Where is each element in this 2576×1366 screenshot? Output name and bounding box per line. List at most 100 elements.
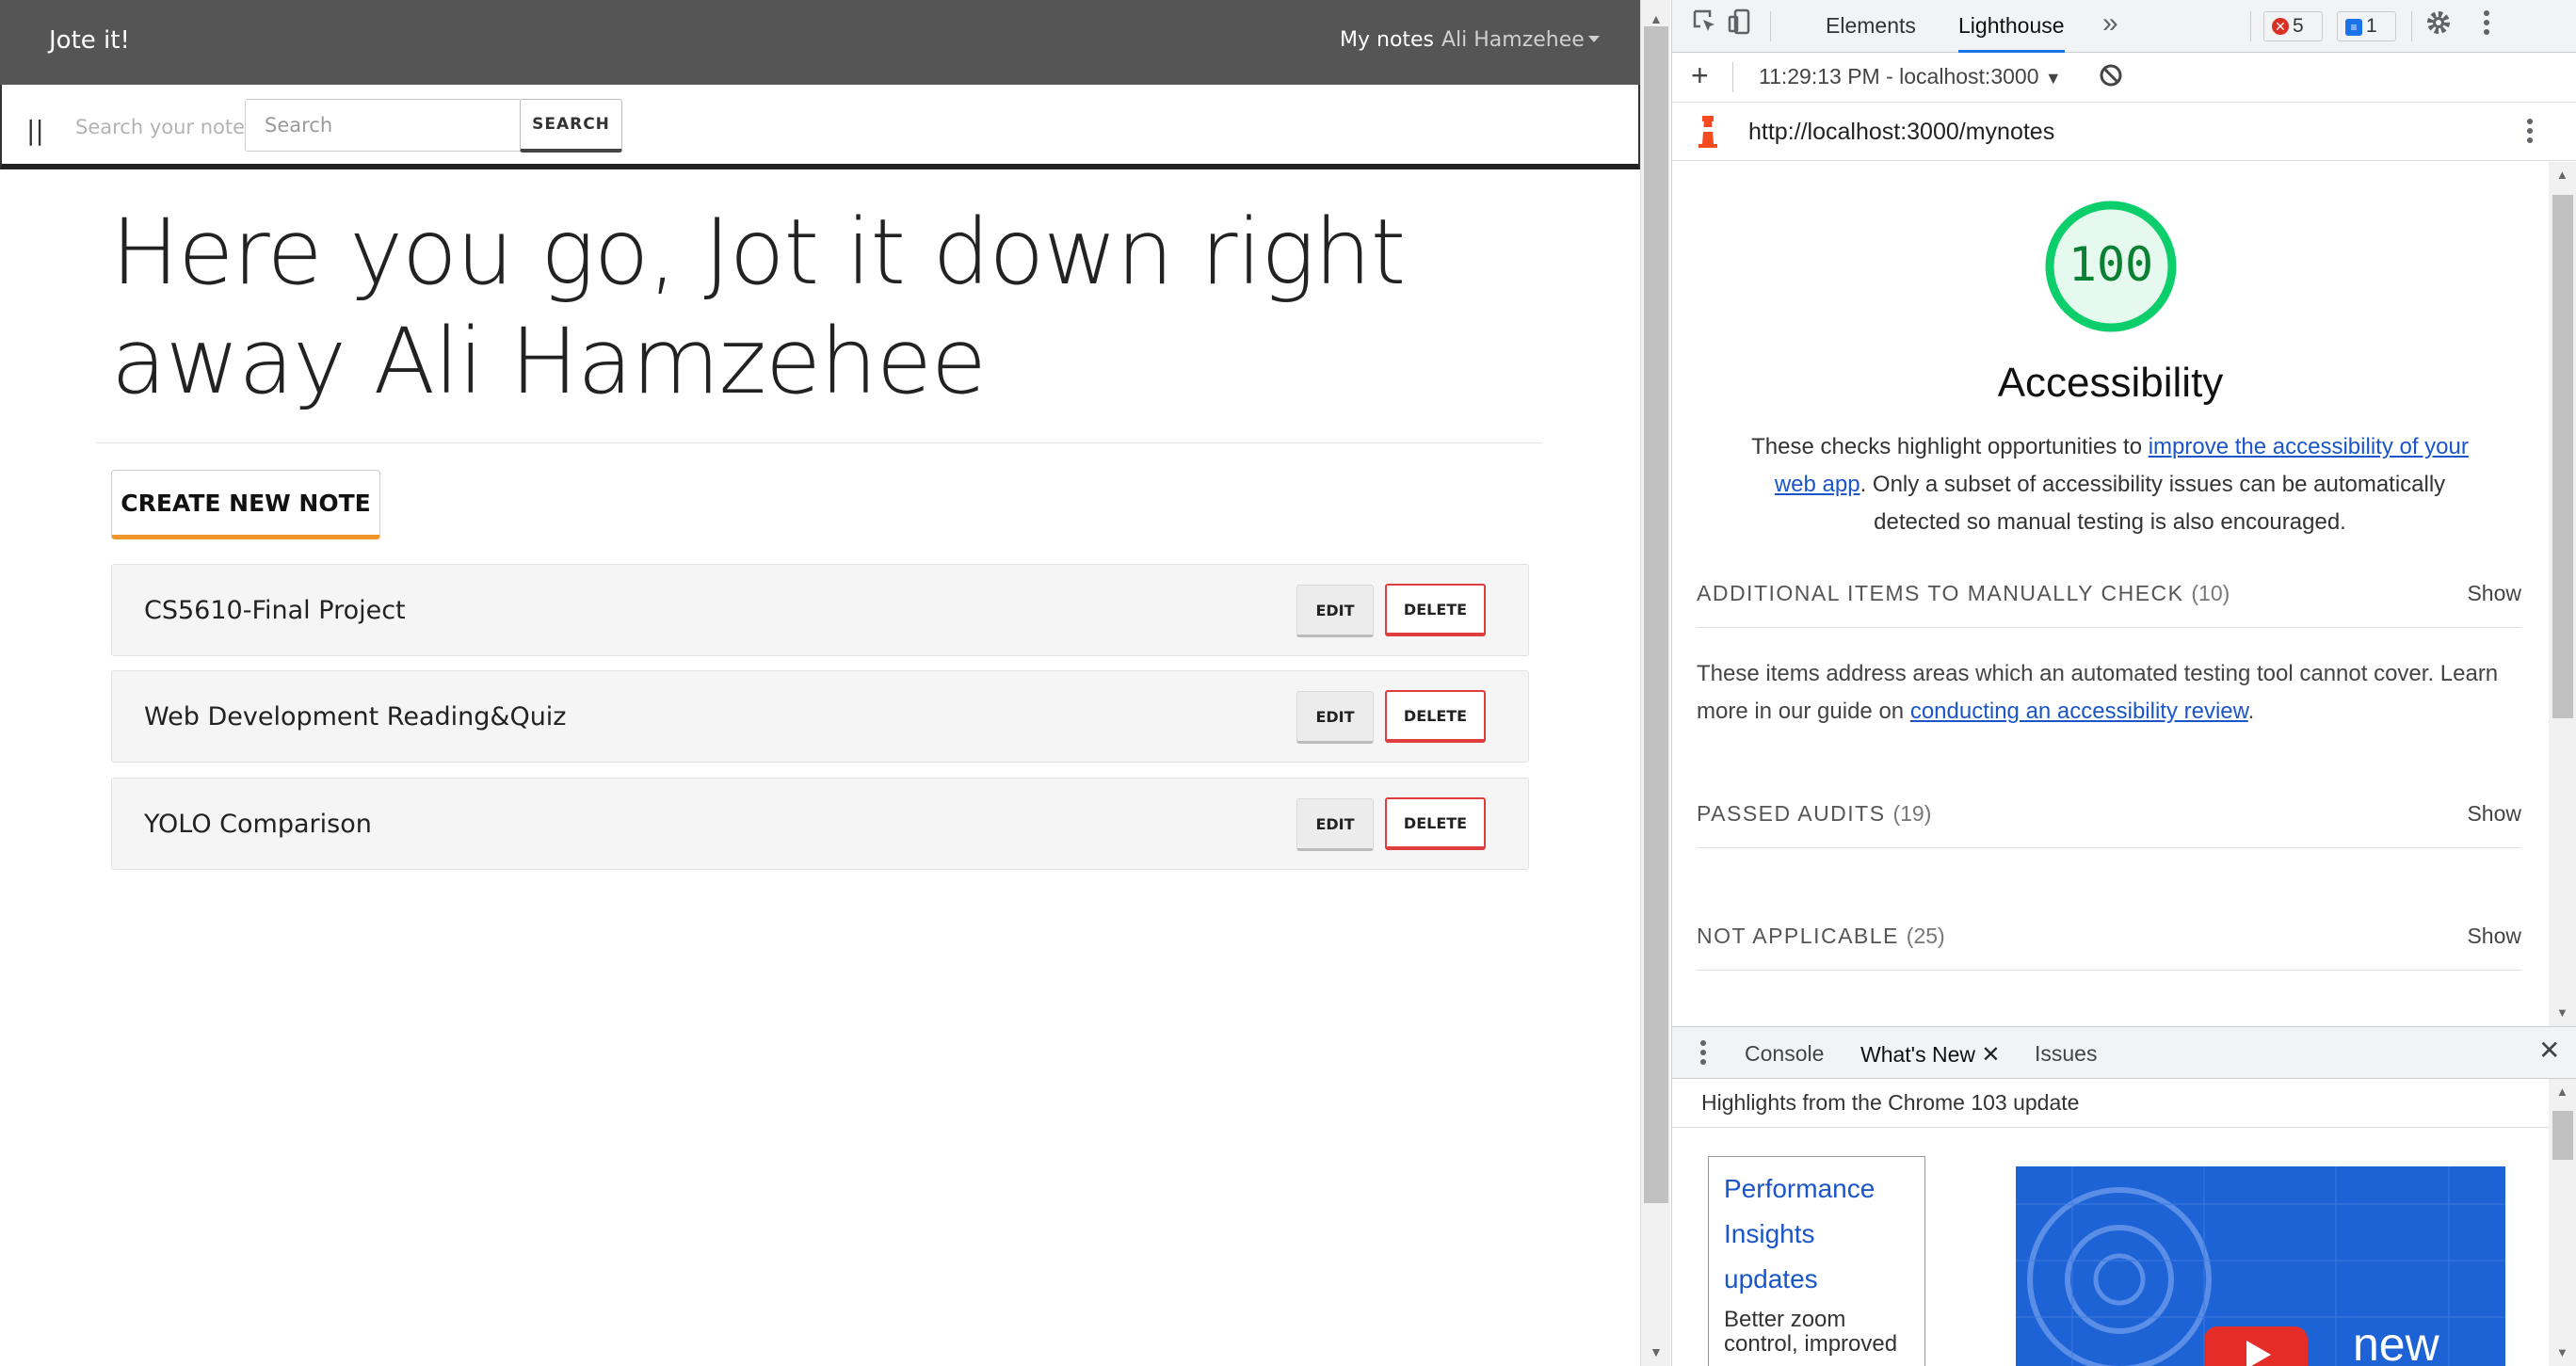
- report-url[interactable]: http://localhost:3000/mynotes: [1748, 119, 2054, 146]
- score-value: 100: [2068, 237, 2154, 292]
- scroll-down-icon[interactable]: ▼: [2556, 1005, 2568, 1020]
- report-scrollbar[interactable]: ▲ ▼: [2549, 162, 2576, 1026]
- kebab-menu-icon[interactable]: [2525, 116, 2535, 153]
- scroll-down-icon[interactable]: ▼: [2556, 1345, 2568, 1359]
- lighthouse-icon: [1696, 116, 1720, 154]
- device-toolbar-icon[interactable]: [1726, 8, 1754, 42]
- scrollbar-thumb[interactable]: [2552, 1111, 2573, 1160]
- page-scrollbar[interactable]: ▲ ▼: [1640, 0, 1670, 1366]
- tab-console[interactable]: Console: [1745, 1041, 1824, 1067]
- description-text: These checks highlight opportunities to: [1751, 434, 2149, 459]
- search-input[interactable]: [245, 99, 522, 152]
- report-selector[interactable]: 11:29:13 PM - localhost:3000 ▼: [1759, 64, 2062, 89]
- delete-note-button[interactable]: DELETE: [1385, 584, 1486, 636]
- feature-card: Performance Insights updates Better zoom…: [1708, 1156, 1925, 1366]
- tab-issues[interactable]: Issues: [2035, 1041, 2097, 1067]
- scroll-up-icon[interactable]: ▲: [1650, 11, 1663, 26]
- group-title: Not applicable (25): [1697, 924, 1945, 949]
- group-title-text: Not applicable: [1697, 924, 1899, 948]
- scroll-down-icon[interactable]: ▼: [1650, 1344, 1663, 1359]
- nav-my-notes-link[interactable]: My notes: [1340, 28, 1434, 52]
- whats-new-scrollbar[interactable]: ▲ ▼: [2549, 1079, 2576, 1366]
- whats-new-panel: Highlights from the Chrome 103 update Pe…: [1672, 1079, 2576, 1366]
- group-title: Passed audits (19): [1697, 801, 1931, 827]
- edit-note-button[interactable]: EDIT: [1296, 798, 1374, 851]
- lighthouse-report: 100 Accessibility These checks highlight…: [1672, 162, 2549, 1026]
- group-title: Additional items to manually check (10): [1697, 581, 2230, 606]
- close-drawer-icon[interactable]: ✕: [2538, 1035, 2560, 1066]
- plus-icon[interactable]: +: [1691, 58, 1709, 93]
- scrollbar-thumb[interactable]: [2552, 195, 2573, 718]
- caret-down-icon: [1587, 36, 1600, 42]
- show-toggle[interactable]: Show: [2467, 924, 2521, 949]
- drag-handle-icon[interactable]: ||: [26, 115, 44, 146]
- divider: [96, 442, 1542, 443]
- note-title: YOLO Comparison: [144, 810, 372, 839]
- search-bar: || Search your notes SEARCH: [0, 85, 1640, 169]
- notes-app: Jote it! My notes Ali Hamzehee || Search…: [0, 0, 1640, 1366]
- search-button[interactable]: SEARCH: [520, 99, 622, 153]
- kebab-menu-icon[interactable]: [2482, 8, 2491, 44]
- nav-user-dropdown[interactable]: Ali Hamzehee: [1441, 28, 1600, 52]
- top-navbar: Jote it! My notes Ali Hamzehee: [0, 0, 1640, 85]
- group-passed-audits[interactable]: Passed audits (19) Show: [1697, 782, 2521, 848]
- tab-elements[interactable]: Elements: [1826, 13, 1916, 39]
- feature-link[interactable]: Performance Insights updates: [1724, 1166, 1909, 1302]
- show-toggle[interactable]: Show: [2467, 581, 2521, 606]
- accessibility-review-link[interactable]: conducting an accessibility review: [1910, 699, 2248, 724]
- group-manual-check[interactable]: Additional items to manually check (10) …: [1697, 562, 2521, 628]
- error-count: 5: [2293, 15, 2304, 37]
- note-item: Web Development Reading&Quiz EDIT DELETE: [111, 670, 1529, 763]
- group-title-text: Passed audits: [1697, 801, 1886, 826]
- gear-icon[interactable]: [2423, 8, 2454, 44]
- message-icon: ≡: [2345, 19, 2362, 36]
- report-url-bar: http://localhost:3000/mynotes: [1672, 103, 2576, 161]
- delete-note-button[interactable]: DELETE: [1385, 690, 1486, 743]
- video-caption: new: [2353, 1318, 2439, 1366]
- show-toggle[interactable]: Show: [2467, 801, 2521, 827]
- whats-new-header: Highlights from the Chrome 103 update: [1672, 1079, 2549, 1128]
- group-title-text: Additional items to manually check: [1697, 581, 2184, 605]
- edit-note-button[interactable]: EDIT: [1296, 691, 1374, 744]
- manual-check-description: These items address areas which an autom…: [1697, 655, 2521, 731]
- scroll-up-icon[interactable]: ▲: [2556, 168, 2568, 182]
- category-description: These checks highlight opportunities to …: [1729, 428, 2491, 541]
- category-title: Accessibility: [1997, 360, 2224, 406]
- brand-logo[interactable]: Jote it!: [49, 26, 130, 55]
- drawer-tab-bar: Console What's New ✕ Issues ✕: [1672, 1026, 2576, 1082]
- message-count-badge[interactable]: ≡ 1: [2337, 11, 2396, 41]
- scroll-up-icon[interactable]: ▲: [2556, 1085, 2568, 1099]
- scrollbar-thumb[interactable]: [1644, 26, 1668, 1203]
- chevron-down-icon: ▼: [2044, 69, 2062, 88]
- video-thumbnail[interactable]: new: [2016, 1166, 2505, 1366]
- note-item: CS5610-Final Project EDIT DELETE: [111, 564, 1529, 656]
- group-not-applicable[interactable]: Not applicable (25) Show: [1697, 905, 2521, 971]
- tab-label: What's New: [1860, 1042, 1975, 1067]
- inspect-element-icon[interactable]: [1691, 8, 1719, 42]
- description-text: . Only a subset of accessibility issues …: [1860, 472, 2446, 535]
- divider: [2250, 11, 2251, 41]
- delete-note-button[interactable]: DELETE: [1385, 797, 1486, 850]
- drawer-menu-icon[interactable]: [1699, 1038, 1708, 1073]
- clear-block-icon[interactable]: [2098, 62, 2124, 95]
- note-title: Web Development Reading&Quiz: [144, 702, 567, 731]
- create-new-note-button[interactable]: CREATE NEW NOTE: [111, 470, 380, 539]
- tab-whats-new[interactable]: What's New ✕: [1860, 1041, 2001, 1082]
- divider: [1770, 11, 1771, 41]
- nav-user-name: Ali Hamzehee: [1441, 28, 1585, 52]
- edit-note-button[interactable]: EDIT: [1296, 585, 1374, 637]
- close-tab-icon[interactable]: ✕: [1981, 1042, 2000, 1068]
- error-count-badge[interactable]: ✕ 5: [2263, 11, 2323, 41]
- search-label: Search your notes: [75, 116, 255, 138]
- note-item: YOLO Comparison EDIT DELETE: [111, 778, 1529, 870]
- divider: [1732, 62, 1733, 92]
- report-selector-label: 11:29:13 PM - localhost:3000: [1759, 64, 2039, 88]
- more-tabs-icon[interactable]: »: [2102, 8, 2118, 40]
- note-title: CS5610-Final Project: [144, 596, 406, 625]
- tab-lighthouse[interactable]: Lighthouse: [1958, 13, 2065, 53]
- lighthouse-toolbar: + 11:29:13 PM - localhost:3000 ▼: [1672, 53, 2576, 103]
- devtools-panel: Elements Lighthouse » ✕ 5 ≡ 1 + 11:29:13 P…: [1671, 0, 2576, 1366]
- devtools-tab-bar: Elements Lighthouse » ✕ 5 ≡ 1: [1672, 0, 2576, 53]
- description-text: .: [2247, 699, 2255, 724]
- error-icon: ✕: [2272, 18, 2289, 35]
